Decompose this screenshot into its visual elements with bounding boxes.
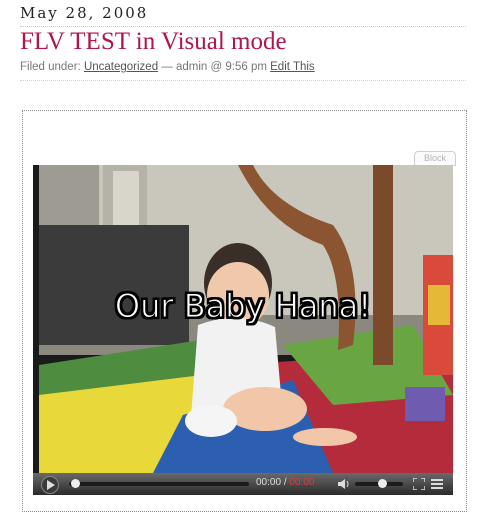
seek-bar[interactable] <box>69 482 249 486</box>
post-date: May 28, 2008 <box>20 4 149 22</box>
duration-time: 00:00 <box>289 477 315 488</box>
video-player[interactable]: Our Baby Hana! 00:00 / 00:00 <box>33 165 453 495</box>
play-icon <box>47 480 55 490</box>
edit-link[interactable]: Edit This <box>270 61 315 73</box>
volume-icon[interactable] <box>338 478 350 490</box>
video-caption: Our Baby Hana! <box>114 287 372 326</box>
seek-handle[interactable] <box>71 479 80 488</box>
time-separator: / <box>283 477 287 488</box>
post-meta: Filed under: Uncategorized — admin @ 9:5… <box>20 61 315 73</box>
meta-prefix: Filed under: <box>20 61 81 73</box>
time-display: 00:00 / 00:00 <box>256 477 314 488</box>
divider-meta <box>20 80 466 81</box>
fullscreen-icon[interactable] <box>413 478 425 490</box>
post-title[interactable]: FLV TEST in Visual mode <box>20 28 287 56</box>
volume-handle[interactable] <box>378 479 388 488</box>
current-time: 00:00 <box>256 477 282 488</box>
block-button[interactable]: Block <box>414 151 456 166</box>
category-link[interactable]: Uncategorized <box>84 61 158 73</box>
meta-author-time: — admin @ 9:56 pm <box>161 61 267 73</box>
play-button[interactable] <box>41 476 59 494</box>
menu-icon[interactable] <box>431 478 443 490</box>
player-controls: 00:00 / 00:00 <box>33 473 453 495</box>
divider-top <box>20 26 466 27</box>
